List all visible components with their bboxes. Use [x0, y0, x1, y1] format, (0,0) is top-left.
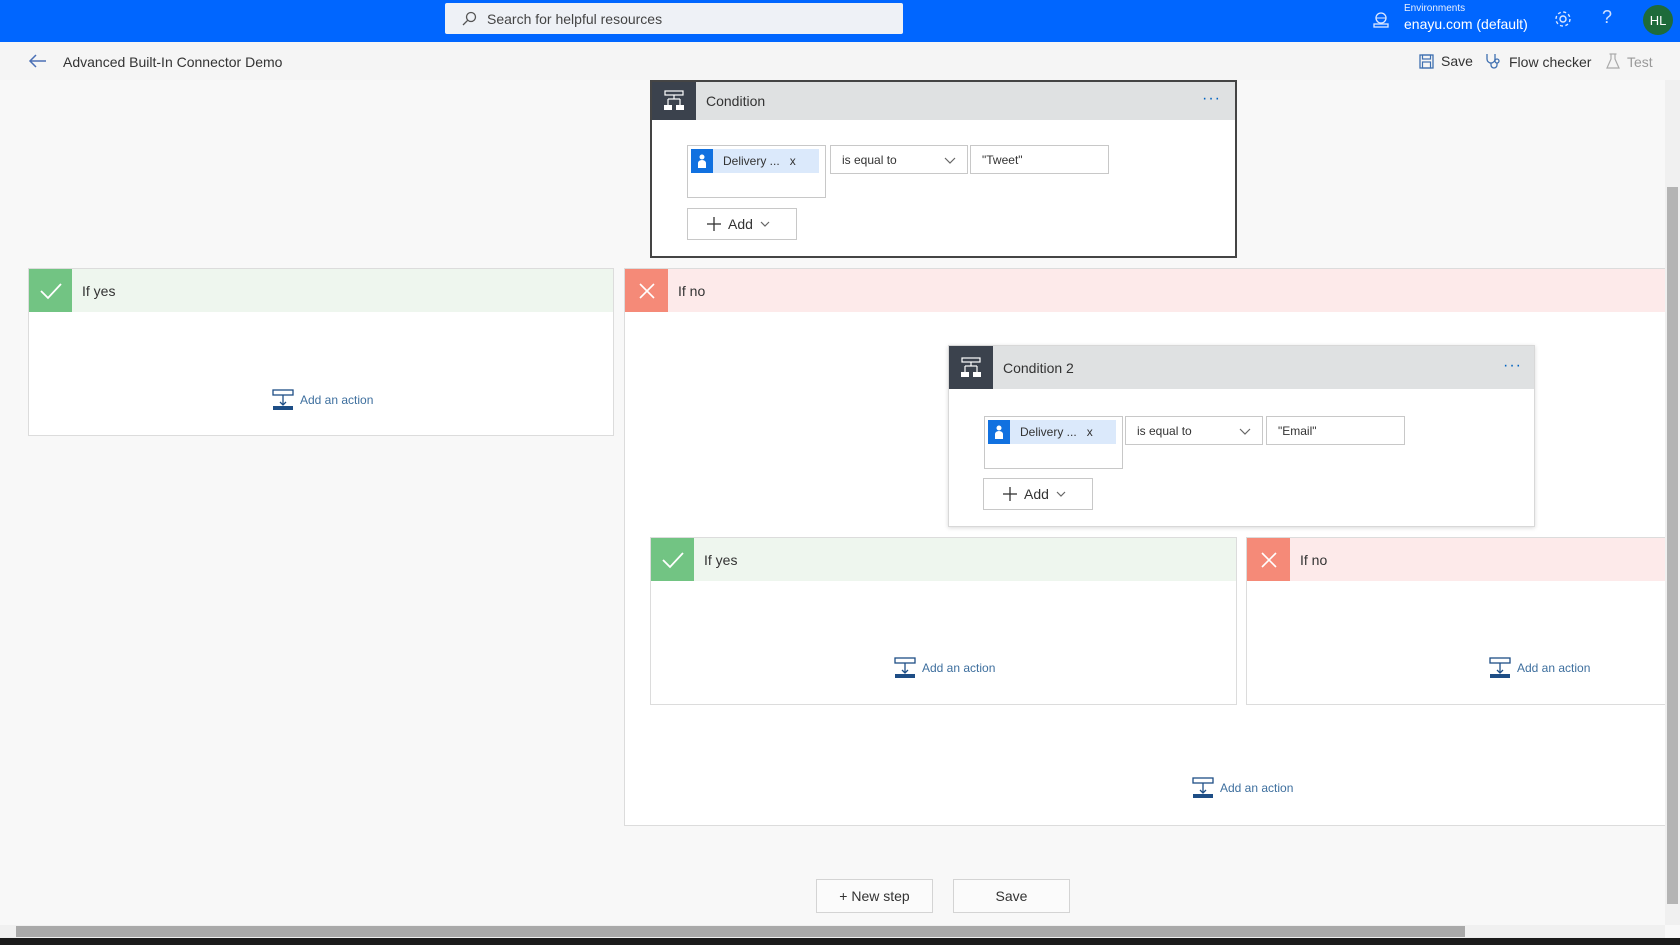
- if-no-header[interactable]: If no: [625, 269, 1665, 312]
- chevron-down-icon: [944, 157, 956, 164]
- add-action-button[interactable]: Add an action: [272, 389, 373, 411]
- horizontal-scrollbar-thumb[interactable]: [16, 926, 1465, 937]
- vertical-scrollbar-thumb[interactable]: [1667, 187, 1678, 904]
- condition-left-operand[interactable]: Delivery ... x: [687, 145, 826, 198]
- settings-gear-icon[interactable]: [1553, 9, 1573, 29]
- flow-title: Advanced Built-In Connector Demo: [63, 54, 283, 70]
- condition-2-card: Condition 2 ··· Delivery ... x is equal …: [948, 345, 1535, 527]
- condition-card: Condition ··· Delivery ... x is equal to…: [650, 80, 1237, 258]
- token-person-icon: [988, 420, 1010, 444]
- add-action-icon: [272, 389, 294, 410]
- add-row-button[interactable]: Add: [983, 478, 1093, 510]
- add-label: Add: [728, 216, 753, 232]
- condition-2-header[interactable]: Condition 2 ···: [949, 346, 1534, 389]
- back-arrow-icon[interactable]: [28, 53, 48, 69]
- save-button[interactable]: Save: [953, 879, 1070, 913]
- user-avatar[interactable]: HL: [1643, 5, 1673, 35]
- token-person-icon: [691, 149, 713, 173]
- dynamic-content-token[interactable]: Delivery ... x: [988, 420, 1116, 444]
- taskbar-edge: [0, 938, 1680, 945]
- condition-2-if-yes-branch: If yes Add an action: [650, 537, 1237, 705]
- checkmark-icon: [651, 538, 694, 581]
- if-no-header[interactable]: If no: [1247, 538, 1665, 581]
- add-action-label: Add an action: [1517, 661, 1591, 675]
- operator-value: is equal to: [842, 152, 897, 167]
- if-no-label: If no: [678, 282, 706, 299]
- if-yes-label: If yes: [704, 551, 738, 568]
- condition-value: "Tweet": [982, 152, 1023, 167]
- flow-checker-label: Flow checker: [1509, 53, 1592, 70]
- help-icon[interactable]: ?: [1602, 7, 1612, 28]
- save-command-button[interactable]: Save: [1419, 53, 1473, 69]
- chevron-down-icon: [760, 221, 770, 227]
- condition-2-if-no-branch: If no Add an action: [1246, 537, 1666, 705]
- plus-icon: [707, 217, 721, 231]
- checkmark-icon: [29, 269, 72, 312]
- chevron-down-icon: [1239, 428, 1251, 435]
- environment-selector[interactable]: enayu.com (default): [1404, 16, 1528, 32]
- if-yes-header[interactable]: If yes: [651, 538, 1236, 581]
- add-action-label: Add an action: [300, 393, 374, 407]
- environment-label: Environments: [1404, 3, 1466, 14]
- more-options-icon[interactable]: ···: [1202, 90, 1221, 108]
- new-step-button[interactable]: + New step: [816, 879, 933, 913]
- search-icon: [462, 11, 477, 25]
- add-action-button[interactable]: Add an action: [894, 657, 995, 679]
- if-yes-label: If yes: [82, 282, 116, 299]
- operator-dropdown[interactable]: is equal to: [830, 145, 968, 174]
- save-disk-icon: [1419, 53, 1434, 69]
- if-yes-header[interactable]: If yes: [29, 269, 613, 312]
- condition-title: Condition: [706, 93, 766, 109]
- operator-dropdown[interactable]: is equal to: [1125, 416, 1263, 445]
- more-options-icon[interactable]: ···: [1503, 357, 1522, 375]
- add-action-button[interactable]: Add an action: [1489, 657, 1590, 679]
- search-input[interactable]: Search for helpful resources: [445, 3, 903, 34]
- condition-value: "Email": [1278, 423, 1317, 438]
- add-action-icon: [1489, 657, 1511, 678]
- condition-2-title: Condition 2: [1003, 359, 1074, 376]
- condition-value-input[interactable]: "Email": [1266, 416, 1405, 445]
- search-placeholder: Search for helpful resources: [487, 10, 663, 27]
- environment-icon[interactable]: [1372, 11, 1390, 29]
- flow-checker-button[interactable]: Flow checker: [1485, 53, 1591, 70]
- condition-header[interactable]: Condition ···: [652, 82, 1235, 120]
- token-label: Delivery ...: [1020, 425, 1077, 439]
- stethoscope-icon: [1486, 54, 1500, 69]
- add-label: Add: [1024, 486, 1049, 502]
- dynamic-content-token[interactable]: Delivery ... x: [691, 149, 819, 173]
- condition-left-operand[interactable]: Delivery ... x: [984, 416, 1123, 469]
- token-label: Delivery ...: [723, 154, 780, 168]
- operator-value: is equal to: [1137, 423, 1192, 438]
- add-action-label: Add an action: [922, 661, 996, 675]
- condition-icon: [949, 346, 993, 389]
- condition-icon: [652, 82, 696, 120]
- chevron-down-icon: [1056, 491, 1066, 497]
- add-action-icon: [894, 657, 916, 678]
- add-action-icon: [1192, 777, 1214, 798]
- flask-icon: [1606, 53, 1620, 69]
- plus-icon: [1003, 487, 1017, 501]
- if-no-label: If no: [1300, 551, 1328, 568]
- condition-value-input[interactable]: "Tweet": [970, 145, 1109, 174]
- add-action-label: Add an action: [1220, 781, 1294, 795]
- close-x-icon: [1247, 538, 1290, 581]
- test-label: Test: [1627, 53, 1653, 70]
- token-remove-button[interactable]: x: [790, 154, 796, 168]
- add-row-button[interactable]: Add: [687, 208, 797, 240]
- test-button[interactable]: Test: [1606, 53, 1653, 70]
- save-command-label: Save: [1441, 53, 1473, 69]
- close-x-icon: [625, 269, 668, 312]
- add-action-button[interactable]: Add an action: [1192, 777, 1293, 799]
- token-remove-button[interactable]: x: [1087, 425, 1093, 439]
- if-yes-branch: If yes Add an action: [28, 268, 614, 436]
